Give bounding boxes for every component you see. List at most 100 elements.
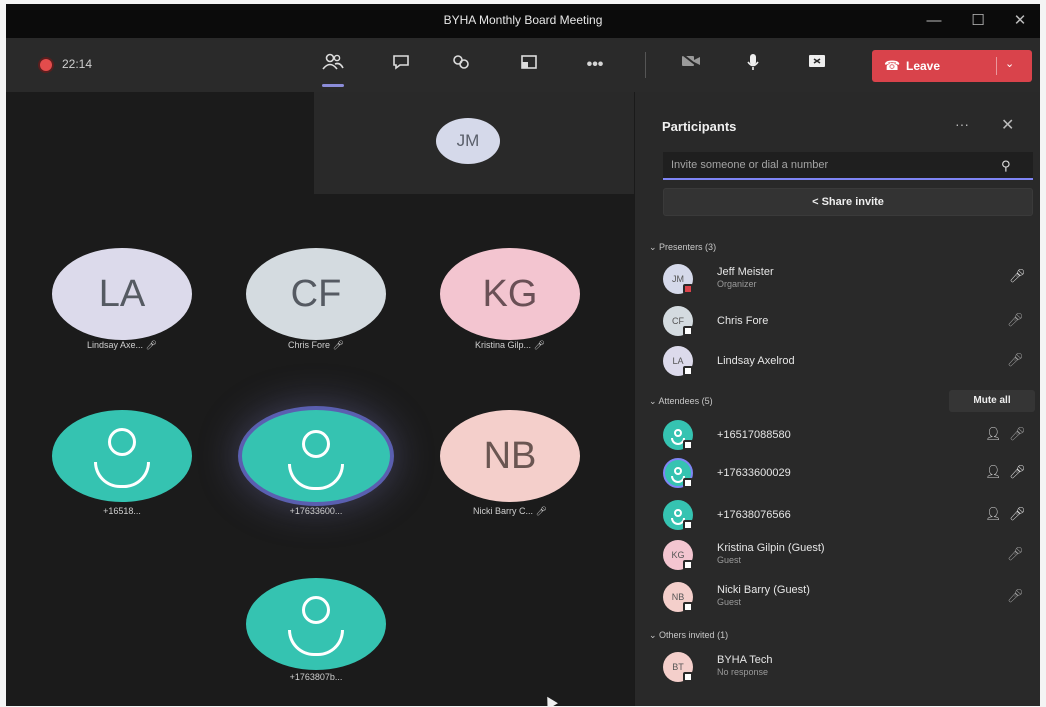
participant-name: Kristina Gilpin (Guest) (717, 542, 825, 554)
participant-name: +17638076566 (717, 509, 791, 521)
participant-row[interactable]: KG Kristina Gilpin (Guest) Guest 🎤︎ (663, 536, 1033, 576)
participant-row[interactable]: BT BYHA Tech No response (663, 648, 1033, 688)
person-icon-body (94, 462, 150, 488)
status-badge (683, 672, 693, 682)
mic-icon[interactable]: 🎤︎ (1009, 464, 1026, 480)
mic-icon[interactable]: 🎤︎ (1009, 506, 1026, 522)
mic-off-icon: 🎤︎ (332, 340, 344, 350)
participant-role: Guest (717, 597, 742, 607)
participant-name: BYHA Tech (717, 654, 773, 666)
person-icon (302, 430, 330, 458)
participant-role: Guest (717, 555, 742, 565)
status-badge (683, 326, 693, 336)
participant-row[interactable]: +16517088580 👤︎ 🎤︎ (663, 416, 1033, 456)
avatar-initials: CF (290, 272, 342, 315)
close-window-button[interactable]: ✕ (1000, 8, 1040, 34)
participant-tile-phone-3[interactable] (246, 578, 386, 670)
chevron-down-icon[interactable]: ⌄ (1005, 57, 1014, 70)
share-invite-button[interactable]: < Share invite (663, 188, 1033, 216)
camera-icon[interactable] (676, 52, 706, 78)
close-icon[interactable]: ✕ (1001, 115, 1014, 135)
participant-row[interactable]: JM Jeff Meister Organizer 🎤︎ (663, 260, 1033, 300)
more-options-button[interactable]: ••• (580, 52, 610, 78)
participant-tile-kg[interactable]: KG (440, 248, 580, 340)
reactions-icon[interactable] (446, 52, 476, 78)
avatar-initials: NB (483, 434, 537, 477)
promote-icon[interactable]: 👤︎ (985, 426, 1002, 442)
panel-more-button[interactable]: ··· (955, 116, 969, 132)
status-badge (683, 560, 693, 570)
participant-name: +16517088580 (717, 429, 791, 441)
participant-row[interactable]: NB Nicki Barry (Guest) Guest 🎤︎ (663, 578, 1033, 618)
share-invite-label: Share invite (821, 196, 884, 208)
mute-all-button[interactable]: Mute all (949, 390, 1035, 412)
attendees-heading[interactable]: ⌄ Attendees (5) (649, 396, 713, 407)
avatar-initials: LA (98, 272, 146, 315)
participant-row[interactable]: CF Chris Fore 🎤︎ (663, 302, 1033, 342)
leave-button[interactable]: ☎ Leave ⌄ (872, 50, 1032, 82)
mic-icon[interactable] (738, 52, 768, 78)
participant-tile-nb[interactable]: NB (440, 410, 580, 502)
promote-icon[interactable]: 👤︎ (985, 464, 1002, 480)
participant-row[interactable]: LA Lindsay Axelrod 🎤︎ (663, 342, 1033, 382)
mic-off-icon: 🎤︎ (535, 506, 547, 516)
pinned-tile[interactable]: JM (314, 92, 634, 194)
maximize-button[interactable]: ☐ (958, 8, 998, 34)
leave-divider (996, 57, 997, 75)
avatar-initials: JM (456, 131, 480, 150)
tile-label: Nicki Barry C... 🎤︎ (473, 506, 547, 516)
participant-status: No response (717, 667, 769, 677)
person-icon-body (288, 464, 344, 490)
mic-off-icon: 🎤︎ (1007, 312, 1024, 327)
participant-row[interactable]: +17633600029 👤︎ 🎤︎ (663, 454, 1033, 494)
status-badge (683, 366, 693, 376)
mic-off-icon[interactable]: 🎤︎ (1009, 426, 1026, 442)
meeting-timer: 22:14 (62, 57, 93, 71)
panel-title: Participants (662, 119, 737, 134)
share-icon: < (812, 196, 819, 208)
share-tray-icon[interactable] (514, 52, 544, 78)
status-badge (683, 520, 693, 530)
person-icon-body (288, 630, 344, 656)
person-icon (108, 428, 136, 456)
participant-tile-la[interactable]: LA (52, 248, 192, 340)
participant-tile-phone-2-speaking[interactable] (238, 406, 394, 506)
video-stage: JM LA Lindsay Axe... 🎤︎ CF Chris Fore 🎤︎… (6, 92, 634, 706)
status-badge (683, 602, 693, 612)
participant-row[interactable]: +17638076566 👤︎ 🎤︎ (663, 496, 1033, 536)
participants-panel: Participants ··· ✕ ⚲ < Share invite ⌄ Pr… (634, 92, 1040, 706)
phone-hangup-icon: ☎ (884, 58, 901, 73)
invite-search-input[interactable] (663, 152, 1033, 180)
participant-tile-cf[interactable]: CF (246, 248, 386, 340)
share-screen-icon[interactable] (802, 52, 832, 78)
participant-name: +17633600029 (717, 467, 791, 479)
toolbar-divider (645, 52, 646, 78)
recording-icon (40, 59, 52, 71)
mic-off-icon: 🎤︎ (1007, 546, 1024, 561)
participant-name: Chris Fore (717, 315, 769, 327)
person-icon (302, 596, 330, 624)
status-badge (683, 478, 693, 488)
people-icon[interactable] (318, 52, 348, 78)
presenters-heading[interactable]: ⌄ Presenters (3) (649, 242, 716, 253)
tile-label: +16518... (103, 506, 141, 516)
others-invited-heading[interactable]: ⌄ Others invited (1) (649, 630, 728, 641)
avatar-initials: KG (482, 272, 538, 315)
participant-role: Organizer (717, 279, 757, 289)
mouse-cursor (542, 693, 558, 706)
chat-icon[interactable] (386, 52, 416, 78)
tile-label: +17633600... (289, 506, 343, 516)
participant-tile-phone-1[interactable] (52, 410, 192, 502)
minimize-button[interactable]: — (914, 8, 954, 34)
mic-off-icon: 🎤︎ (145, 340, 157, 350)
mic-off-icon: 🎤︎ (1007, 352, 1024, 367)
participant-name: Nicki Barry (Guest) (717, 584, 810, 596)
tile-label: Chris Fore 🎤︎ (288, 340, 344, 350)
participant-name: Jeff Meister (717, 266, 774, 278)
mic-off-icon: 🎤︎ (533, 340, 545, 350)
promote-icon[interactable]: 👤︎ (985, 506, 1002, 522)
tile-label: +1763807b... (289, 672, 343, 682)
window-title: BYHA Monthly Board Meeting (443, 13, 603, 27)
search-icon[interactable]: ⚲ (1001, 158, 1011, 174)
mic-icon: 🎤︎ (1009, 268, 1026, 283)
